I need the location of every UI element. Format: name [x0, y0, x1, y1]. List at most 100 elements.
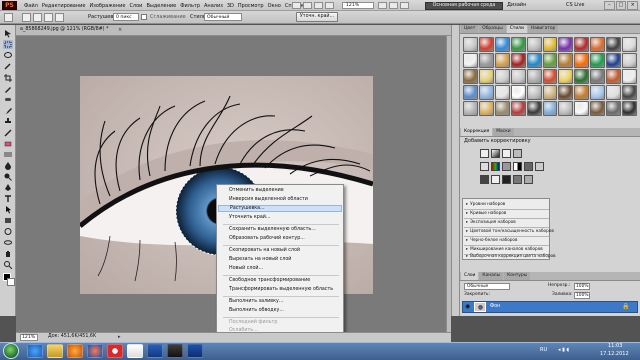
style-swatch[interactable] [494, 37, 510, 52]
zoom-level-select[interactable]: 121% [342, 2, 374, 9]
style-swatch[interactable] [463, 101, 478, 116]
yandex-icon[interactable] [127, 344, 143, 358]
menu-window[interactable]: Окно [268, 3, 281, 9]
menu-filter[interactable]: Фильтр [180, 3, 200, 9]
exposure-icon[interactable] [513, 149, 522, 158]
menu-item-stroke[interactable]: Выполнить обводку... [229, 308, 284, 313]
style-swatch[interactable] [590, 85, 606, 100]
zoom-percent-field[interactable]: 121% [20, 334, 38, 341]
posterize-icon[interactable] [491, 175, 500, 184]
style-swatch[interactable] [510, 53, 526, 68]
style-swatch[interactable] [590, 37, 606, 52]
style-swatch[interactable] [558, 85, 574, 100]
style-swatch[interactable] [510, 69, 526, 84]
brightness-icon[interactable] [480, 149, 489, 158]
black-white-icon[interactable] [513, 162, 522, 171]
menu-item-layer-via-copy[interactable]: Скопировать на новый слой [229, 248, 300, 253]
3d-rotate-tool-icon[interactable] [3, 227, 13, 236]
style-swatch[interactable] [510, 101, 526, 116]
tab-masks[interactable]: Маски [493, 128, 514, 136]
menu-item-inverse[interactable]: Инверсия выделенной области [229, 197, 308, 202]
style-swatch[interactable] [558, 53, 574, 68]
channel-mixer-icon[interactable] [535, 162, 544, 171]
style-swatch[interactable] [574, 69, 590, 84]
style-swatch[interactable] [526, 85, 542, 100]
style-swatch[interactable] [542, 85, 558, 100]
preset-exposure[interactable]: Экспозиция наборов [466, 219, 516, 224]
new-selection-icon[interactable] [22, 13, 31, 22]
layer-row-background[interactable] [462, 301, 638, 313]
style-swatch[interactable] [463, 69, 478, 84]
style-swatch[interactable] [574, 85, 590, 100]
tab-navigator[interactable]: Навигатор [527, 25, 559, 33]
bridge-icon[interactable] [292, 2, 301, 9]
menu-file[interactable]: Файл [24, 3, 38, 9]
color-balance-icon[interactable] [502, 162, 511, 171]
history-brush-icon[interactable] [3, 128, 13, 137]
ie-icon[interactable] [27, 344, 43, 358]
style-swatch[interactable] [590, 53, 606, 68]
maximize-button[interactable]: □ [615, 1, 627, 10]
tab-swatches[interactable]: Образцы [479, 25, 506, 33]
style-swatch[interactable] [558, 101, 574, 116]
tab-styles[interactable]: Стили [506, 25, 527, 33]
style-swatch[interactable] [542, 37, 558, 52]
workspace-button[interactable]: Основная рабочая среда [425, 2, 503, 10]
menu-item-free-transform[interactable]: Свободное трансформирование [229, 278, 310, 283]
clock-date[interactable]: 17.12.2012 [600, 351, 629, 357]
style-swatch[interactable] [478, 69, 494, 84]
background-color-swatch[interactable] [7, 278, 15, 286]
style-swatch[interactable] [622, 69, 637, 84]
threshold-icon[interactable] [502, 175, 511, 184]
clock-time[interactable]: 11:03 [608, 343, 622, 349]
style-swatch[interactable] [606, 85, 622, 100]
style-swatch[interactable] [558, 37, 574, 52]
media-player-icon[interactable] [67, 344, 83, 358]
style-swatch[interactable] [574, 53, 590, 68]
style-swatch[interactable] [622, 53, 637, 68]
eraser-tool-icon[interactable] [3, 139, 13, 148]
style-swatch[interactable] [494, 53, 510, 68]
style-swatch[interactable] [606, 53, 622, 68]
levels-icon[interactable] [491, 149, 500, 158]
style-swatch[interactable] [478, 37, 494, 52]
menu-item-deselect[interactable]: Отменить выделение [229, 188, 284, 193]
quick-select-tool-icon[interactable] [3, 62, 13, 71]
style-swatch[interactable] [494, 69, 510, 84]
document-close-icon[interactable]: × [118, 27, 122, 33]
opacity-input[interactable]: 100% [574, 283, 590, 290]
style-swatch[interactable] [542, 53, 558, 68]
style-swatch[interactable] [478, 85, 494, 100]
menu-3d[interactable]: 3D [227, 3, 234, 9]
marquee-tool-icon[interactable] [3, 40, 13, 49]
type-tool-icon[interactable] [3, 194, 13, 203]
style-swatch[interactable] [622, 37, 637, 52]
extras-icon[interactable] [314, 2, 323, 9]
style-swatch[interactable] [494, 101, 510, 116]
status-menu-arrow-icon[interactable]: ▸ [118, 334, 121, 340]
menu-analysis[interactable]: Анализ [204, 3, 223, 9]
style-select[interactable]: Обычный [204, 13, 242, 21]
style-swatch[interactable] [463, 85, 478, 100]
pen-tool-icon[interactable] [3, 183, 13, 192]
tab-layers[interactable]: Слои [461, 272, 479, 280]
document-tab[interactable]: a_85868249.jpg @ 121% (RGB/8#) * [20, 27, 108, 32]
start-button-icon[interactable] [3, 343, 19, 359]
opera-icon[interactable] [107, 344, 123, 358]
menu-item-make-work-path[interactable]: Образовать рабочий контур... [229, 236, 305, 241]
style-swatch[interactable] [590, 69, 606, 84]
preset-levels[interactable]: Уровни наборов [466, 201, 505, 206]
style-swatch[interactable] [558, 69, 574, 84]
style-swatch[interactable] [542, 69, 558, 84]
explorer-icon[interactable] [47, 344, 63, 358]
system-tray-icons[interactable]: ◂ ▮ ◖ [558, 347, 569, 353]
gradient-map-icon[interactable] [513, 175, 522, 184]
rotate-view-icon[interactable] [400, 2, 409, 9]
style-swatch[interactable] [622, 85, 637, 100]
menu-layer[interactable]: Слои [129, 3, 142, 9]
intersect-selection-icon[interactable] [55, 13, 64, 22]
add-selection-icon[interactable] [33, 13, 42, 22]
vibrance-icon[interactable] [480, 162, 489, 171]
tab-adjustments[interactable]: Коррекция [461, 128, 493, 136]
hand-tool-icon[interactable] [3, 249, 13, 258]
